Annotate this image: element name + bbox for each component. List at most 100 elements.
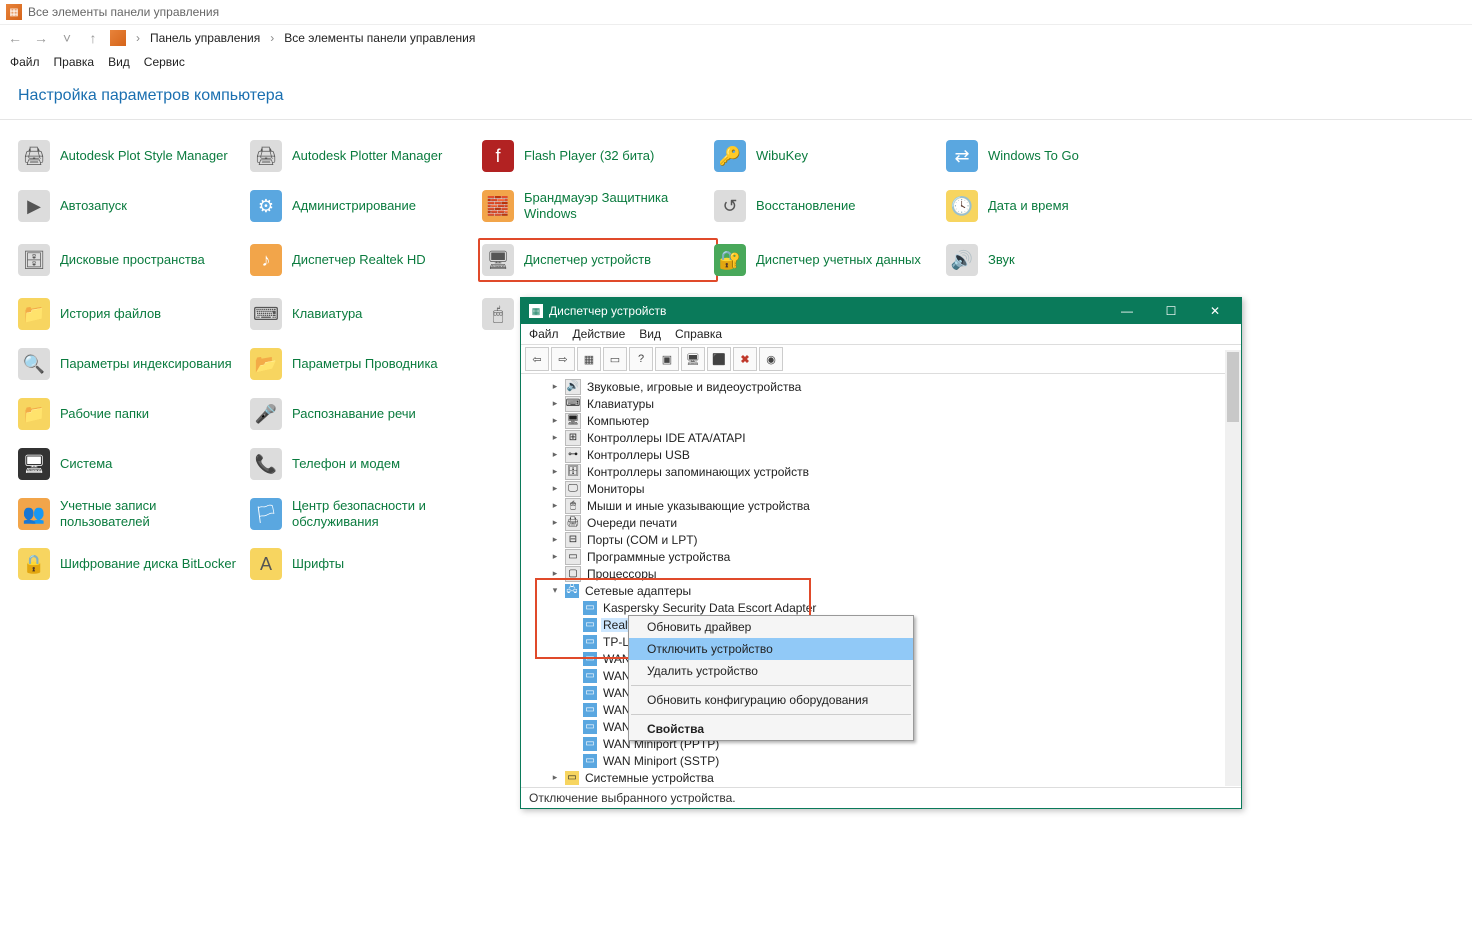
dm-menu-view[interactable]: Вид [639, 327, 661, 341]
control-panel-item[interactable]: 🏳Центр безопасности и обслуживания [250, 496, 482, 532]
control-panel-item[interactable]: 🖥Система [18, 446, 250, 482]
tree-twisty-icon[interactable]: ▸ [549, 398, 561, 409]
tree-twisty-icon[interactable]: ▸ [549, 483, 561, 494]
tree-twisty-icon[interactable]: ▸ [549, 381, 561, 392]
dm-tree-row[interactable]: ▸🖵Мониторы [521, 480, 1241, 497]
control-panel-item[interactable]: 📁История файлов [18, 296, 250, 332]
control-panel-item[interactable]: ▶Автозапуск [18, 188, 250, 224]
control-panel-item[interactable]: ⚙Администрирование [250, 188, 482, 224]
dm-tree-row[interactable]: ▸🖱Мыши и иные указывающие устройства [521, 497, 1241, 514]
dm-toolbar-button[interactable]: ▣ [655, 347, 679, 371]
forward-button[interactable]: → [32, 29, 50, 47]
menu-file[interactable]: Файл [10, 55, 40, 69]
control-panel-item[interactable]: ⇄Windows To Go [946, 138, 1178, 174]
control-panel-item[interactable]: 🧱Брандмауэр Защитника Windows [482, 188, 714, 224]
cp-item-label: Автозапуск [60, 198, 127, 214]
tree-twisty-icon[interactable]: ▸ [549, 551, 561, 562]
control-panel-item[interactable]: 🔍Параметры индексирования [18, 346, 250, 382]
control-panel-item[interactable]: 🎤Распознавание речи [250, 396, 482, 432]
tree-twisty-icon[interactable]: ▸ [549, 500, 561, 511]
context-menu-item[interactable]: Обновить драйвер [629, 616, 913, 638]
tree-twisty-icon[interactable]: ▸ [549, 772, 561, 783]
dm-tree-row[interactable]: ▸🔊Звуковые, игровые и видеоустройства [521, 378, 1241, 395]
maximize-button[interactable]: ☐ [1149, 298, 1193, 324]
control-panel-item[interactable]: 🔊Звук [946, 238, 1178, 282]
tree-twisty-icon[interactable]: ▸ [549, 415, 561, 426]
dm-tree-row[interactable]: ▸🖨Очереди печати [521, 514, 1241, 531]
dm-tree-row[interactable]: ▸⌨Клавиатуры [521, 395, 1241, 412]
control-panel-item[interactable]: 🖥Диспетчер устройств [478, 238, 718, 282]
control-panel-item[interactable]: 📂Параметры Проводника [250, 346, 482, 382]
dm-toolbar-button[interactable]: ⬛ [707, 347, 731, 371]
cp-item-icon: 🖥 [18, 448, 50, 480]
device-icon: ▭ [583, 686, 597, 700]
control-panel-item[interactable]: 🖨Autodesk Plotter Manager [250, 138, 482, 174]
control-panel-item[interactable]: 🔐Диспетчер учетных данных [714, 238, 946, 282]
cp-item-label: Параметры индексирования [60, 356, 232, 372]
back-button[interactable]: ← [6, 29, 24, 47]
context-menu-item[interactable]: Свойства [629, 718, 913, 740]
tree-twisty-icon[interactable]: ▸ [549, 568, 561, 579]
dm-tree-row[interactable]: ▸▭Системные устройства [521, 769, 1241, 786]
control-panel-item[interactable]: ⌨Клавиатура [250, 296, 482, 332]
control-panel-item[interactable]: 📞Телефон и модем [250, 446, 482, 482]
dm-titlebar[interactable]: ▦ Диспетчер устройств ― ☐ ✕ [521, 298, 1241, 324]
control-panel-item[interactable]: AШрифты [250, 546, 482, 582]
dm-tree-row[interactable]: ▸🗄Контроллеры запоминающих устройств [521, 463, 1241, 480]
cp-item-icon: A [250, 548, 282, 580]
breadcrumb-root[interactable]: Панель управления [150, 31, 260, 45]
cp-item-icon: 🖥 [482, 244, 514, 276]
dm-toolbar-button[interactable]: ⇨ [551, 347, 575, 371]
tree-twisty-icon[interactable]: ▸ [549, 517, 561, 528]
up-button[interactable]: ↑ [84, 29, 102, 47]
minimize-button[interactable]: ― [1105, 298, 1149, 324]
dm-menu-help[interactable]: Справка [675, 327, 722, 341]
cp-item-icon: f [482, 140, 514, 172]
dm-toolbar-button[interactable]: 🖥 [681, 347, 705, 371]
dm-menu-action[interactable]: Действие [573, 327, 626, 341]
dm-scrollbar-thumb[interactable] [1227, 352, 1239, 422]
dm-tree-row[interactable]: ▾🖧Сетевые адаптеры [521, 582, 1241, 599]
context-menu-item[interactable]: Отключить устройство [629, 638, 913, 660]
control-panel-item[interactable]: 👥Учетные записи пользователей [18, 496, 250, 532]
tree-twisty-icon[interactable]: ▸ [549, 432, 561, 443]
control-panel-item[interactable]: 🗄Дисковые пространства [18, 238, 250, 282]
dm-toolbar-button[interactable]: ? [629, 347, 653, 371]
context-menu-item[interactable]: Удалить устройство [629, 660, 913, 682]
control-panel-item[interactable]: ↺Восстановление [714, 188, 946, 224]
dm-menu-file[interactable]: Файл [529, 327, 559, 341]
tree-twisty-icon[interactable]: ▸ [549, 449, 561, 460]
dm-tree-row[interactable]: ▭WAN Miniport (SSTP) [521, 752, 1241, 769]
recent-dropdown[interactable]: ˅ [58, 29, 76, 47]
dm-tree-row[interactable]: ▸▭Программные устройства [521, 548, 1241, 565]
dm-tree-row[interactable]: ▸🖥Компьютер [521, 412, 1241, 429]
context-menu-item[interactable]: Обновить конфигурацию оборудования [629, 689, 913, 711]
menu-service[interactable]: Сервис [144, 55, 185, 69]
menu-edit[interactable]: Правка [54, 55, 95, 69]
dm-scrollbar[interactable] [1225, 350, 1241, 786]
control-panel-item[interactable]: ♪Диспетчер Realtek HD [250, 238, 482, 282]
control-panel-item[interactable]: 🔑WibuKey [714, 138, 946, 174]
control-panel-item[interactable]: fFlash Player (32 бита) [482, 138, 714, 174]
dm-toolbar-button[interactable]: ✖ [733, 347, 757, 371]
dm-toolbar-button[interactable]: ◉ [759, 347, 783, 371]
tree-twisty-icon[interactable]: ▸ [549, 466, 561, 477]
dm-tree-row[interactable]: ▸⊞Контроллеры IDE ATA/ATAPI [521, 429, 1241, 446]
control-panel-item[interactable]: 🔒Шифрование диска BitLocker [18, 546, 250, 582]
tree-twisty-icon[interactable]: ▸ [549, 534, 561, 545]
close-button[interactable]: ✕ [1193, 298, 1237, 324]
dm-tree-row[interactable]: ▸▢Процессоры [521, 565, 1241, 582]
dm-toolbar-button[interactable]: ▭ [603, 347, 627, 371]
dm-tree-row[interactable]: ▸⊟Порты (COM и LPT) [521, 531, 1241, 548]
control-panel-item[interactable]: 🖨Autodesk Plot Style Manager [18, 138, 250, 174]
tree-twisty-icon[interactable]: ▾ [549, 585, 561, 596]
dm-tree-row[interactable]: ▭Kaspersky Security Data Escort Adapter [521, 599, 1241, 616]
control-panel-item[interactable]: 📁Рабочие папки [18, 396, 250, 432]
menu-view[interactable]: Вид [108, 55, 130, 69]
dm-toolbar-button[interactable]: ⇦ [525, 347, 549, 371]
control-panel-item[interactable]: 🕓Дата и время [946, 188, 1178, 224]
breadcrumb-current[interactable]: Все элементы панели управления [284, 31, 475, 45]
dm-tree-row[interactable]: ▸⊶Контроллеры USB [521, 446, 1241, 463]
dm-toolbar-button[interactable]: ▦ [577, 347, 601, 371]
cp-item-icon: ⇄ [946, 140, 978, 172]
